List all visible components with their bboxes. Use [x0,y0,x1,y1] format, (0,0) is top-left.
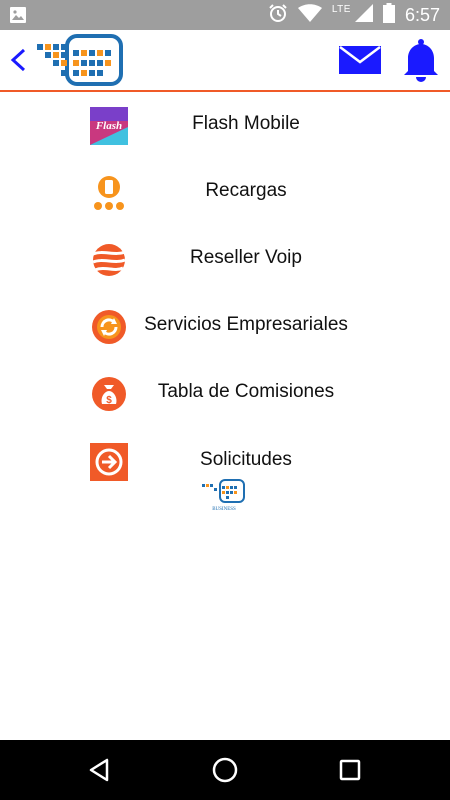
menu-item-flash-mobile[interactable]: Flash Flash Mobile [0,95,450,155]
bell-icon[interactable] [401,38,441,82]
app-bar [0,30,450,92]
menu-item-label: Recargas [205,180,287,201]
signal-icon [354,3,373,27]
menu-item-servicios-empresariales[interactable]: Servicios Empresariales [0,296,450,356]
menu-item-label: Solicitudes [200,449,292,470]
status-bar: LTE 6:57 [0,0,450,30]
mail-icon[interactable] [338,42,382,78]
menu-item-label: Reseller Voip [190,247,302,268]
menu-item-recargas[interactable]: Recargas [0,162,450,222]
image-icon [10,7,26,28]
menu-item-label: Tabla de Comisiones [157,381,335,402]
alarm-icon [268,3,288,28]
nav-home-icon[interactable] [210,755,240,785]
business-logo-text: BUSINESS [212,507,236,512]
back-arrow-icon[interactable] [6,42,30,78]
battery-icon [382,2,395,28]
menu-item-label: Servicios Empresariales [144,314,348,335]
clock: 6:57 [404,4,440,25]
wifi-icon [297,3,322,27]
network-type: LTE [331,3,351,15]
menu-item-label: Flash Mobile [192,113,300,134]
menu-item-tabla-de-comisiones[interactable]: $ Tabla de Comisiones [0,363,450,423]
menu-item-reseller-voip[interactable]: Reseller Voip [0,229,450,289]
business-logo: BUSINESS [200,478,248,512]
nav-recents-icon[interactable] [335,755,365,785]
app-logo [33,32,125,88]
navigation-bar [0,740,450,800]
nav-back-icon[interactable] [85,755,115,785]
